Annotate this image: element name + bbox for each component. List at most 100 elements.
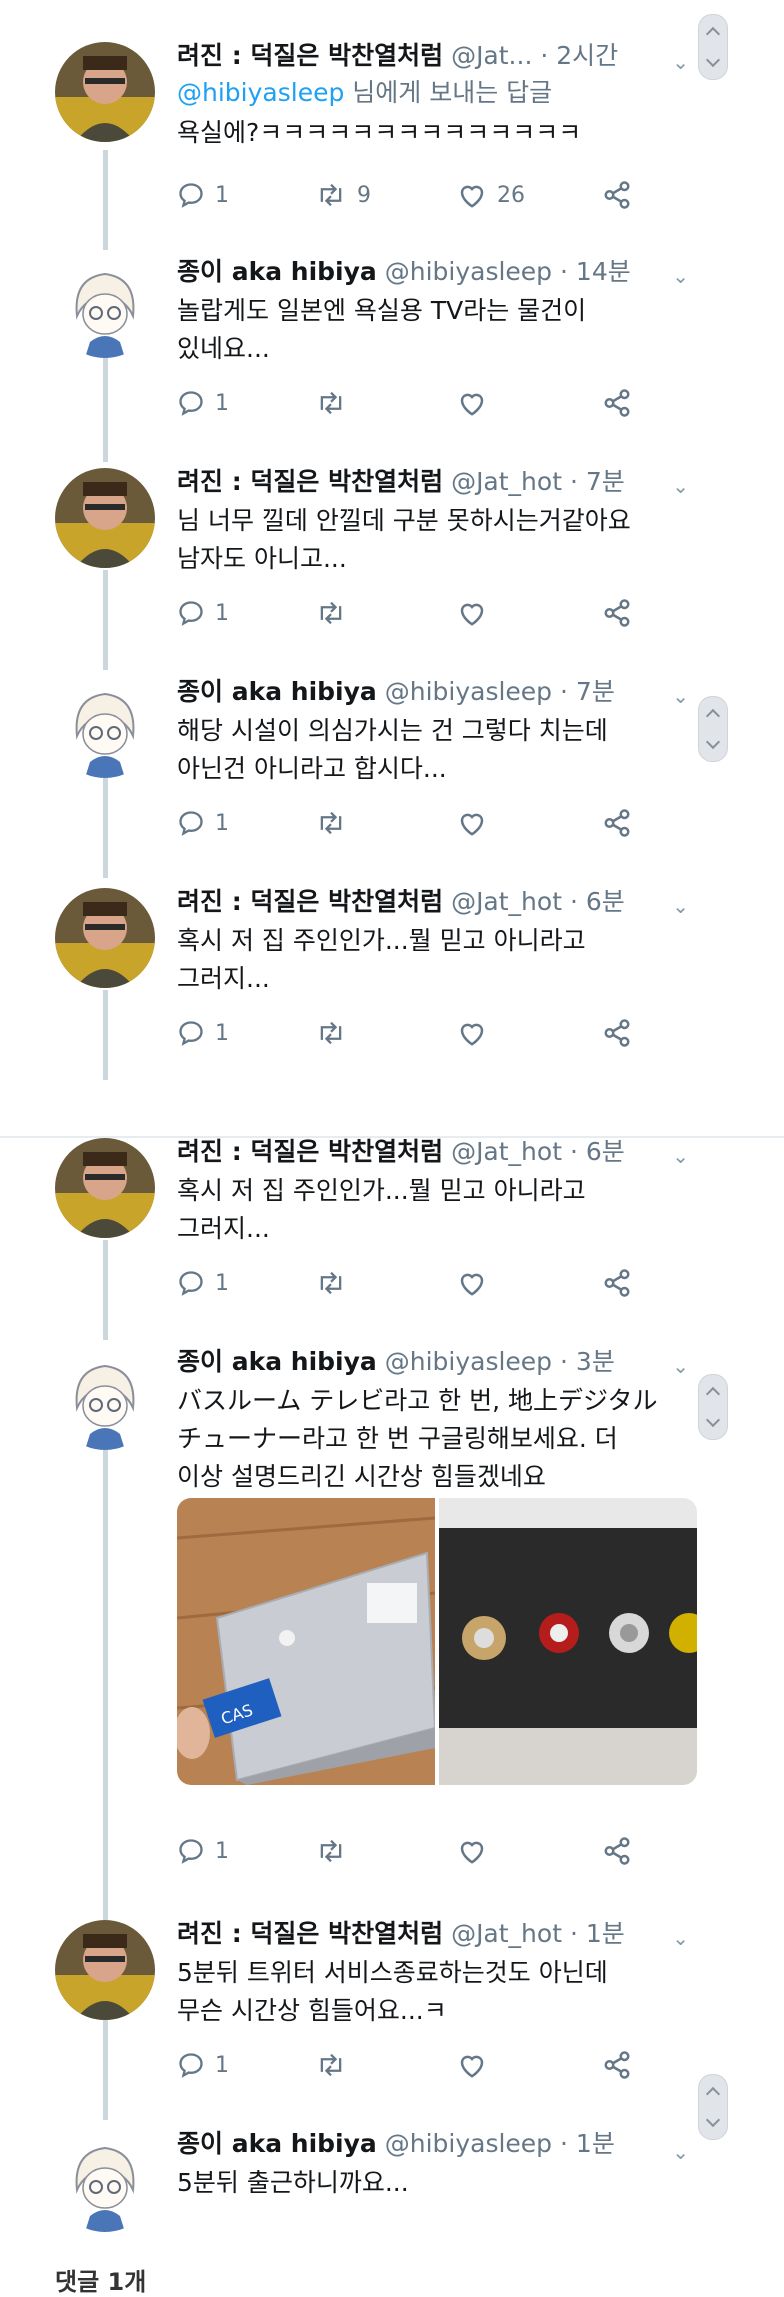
avatar[interactable] — [55, 2132, 155, 2232]
reply-button[interactable]: 1 — [177, 1269, 229, 1297]
avatar[interactable] — [55, 1350, 155, 1450]
display-name[interactable]: 종이 aka hibiya — [177, 1347, 377, 1376]
retweet-button[interactable] — [315, 1837, 347, 1865]
timestamp[interactable]: · 2시간 — [540, 41, 618, 70]
tweet-media[interactable]: CAS — [177, 1498, 697, 1785]
user-handle[interactable]: @hibiyasleep — [385, 677, 552, 706]
mention-link[interactable]: @hibiyasleep — [177, 78, 344, 107]
timestamp[interactable]: · 1분 — [570, 1919, 625, 1948]
reply-icon — [179, 1021, 203, 1046]
like-button[interactable] — [457, 389, 487, 417]
share-button[interactable] — [602, 598, 632, 628]
reply-button[interactable]: 1 — [177, 809, 229, 837]
reply-button[interactable]: 1 — [177, 2051, 229, 2079]
user-handle[interactable]: @Jat_hot — [451, 1919, 562, 1948]
retweet-button[interactable] — [315, 1019, 347, 1047]
chevron-down-icon[interactable]: ⌄ — [672, 1354, 689, 1378]
tweet[interactable]: 려진 : 덕질은 박찬열처럼 @Jat_hot · 1분 5분뒤 트위터 서비스… — [0, 1912, 784, 2122]
tweet[interactable]: 종이 aka hibiya @hibiyasleep · 1분 5분뒤 출근하니… — [0, 2122, 784, 2262]
tweet[interactable]: 려진 : 덕질은 박찬열처럼 @Jat_hot · 6분 혹시 저 집 주인인가… — [0, 1130, 784, 1340]
avatar[interactable] — [55, 1920, 155, 2020]
like-button[interactable] — [457, 1837, 487, 1865]
chevron-down-icon[interactable]: ⌄ — [672, 474, 689, 498]
retweet-button[interactable] — [315, 1269, 347, 1297]
retweet-icon — [320, 811, 342, 835]
user-handle[interactable]: @Jat_hot — [451, 887, 562, 916]
avatar[interactable] — [55, 42, 155, 142]
timestamp[interactable]: · 14분 — [560, 257, 631, 286]
retweet-icon — [320, 1839, 342, 1863]
chevron-down-icon[interactable]: ⌄ — [672, 1926, 689, 1950]
retweet-button[interactable] — [315, 809, 347, 837]
user-handle[interactable]: @Jat_hot — [451, 1137, 562, 1166]
user-handle[interactable]: @Jat_hot — [451, 467, 562, 496]
comment-count-label[interactable]: 댓글 1개 — [55, 2262, 146, 2297]
avatar[interactable] — [55, 1138, 155, 1238]
retweet-button[interactable] — [315, 599, 347, 627]
chevron-down-icon[interactable]: ⌄ — [672, 1144, 689, 1168]
display-name[interactable]: 종이 aka hibiya — [177, 677, 377, 706]
chevron-down-icon[interactable]: ⌄ — [672, 684, 689, 708]
timestamp[interactable]: · 6분 — [570, 1137, 625, 1166]
avatar-photo-icon — [55, 888, 155, 988]
tweet[interactable]: 려진 : 덕질은 박찬열처럼 @Jat_hot · 7분 님 너무 낄데 안낄데… — [0, 460, 784, 670]
reply-button[interactable]: 1 — [177, 181, 229, 209]
user-handle[interactable]: @hibiyasleep — [385, 1347, 552, 1376]
display-name[interactable]: 려진 : 덕질은 박찬열처럼 — [177, 41, 443, 70]
like-button[interactable] — [457, 2051, 487, 2079]
retweet-button[interactable] — [315, 389, 347, 417]
chevron-down-icon[interactable]: ⌄ — [672, 894, 689, 918]
tweet[interactable]: 종이 aka hibiya @hibiyasleep · 3분 バスルーム テレ… — [0, 1340, 784, 1910]
display-name[interactable]: 종이 aka hibiya — [177, 2129, 377, 2158]
avatar[interactable] — [55, 258, 155, 358]
display-name[interactable]: 려진 : 덕질은 박찬열처럼 — [177, 467, 443, 496]
timestamp[interactable]: · 7분 — [560, 677, 615, 706]
avatar[interactable] — [55, 678, 155, 778]
share-button[interactable] — [602, 180, 632, 210]
like-button[interactable]: 26 — [457, 181, 525, 209]
scroll-handle[interactable] — [698, 1374, 728, 1440]
heart-icon — [460, 1273, 484, 1296]
tweet-text: 놀랍게도 일본엔 욕실용 TV라는 물건이 있네요... — [177, 296, 587, 363]
chevron-down-icon[interactable]: ⌄ — [672, 50, 689, 74]
timestamp[interactable]: · 6분 — [570, 887, 625, 916]
chevron-down-icon[interactable]: ⌄ — [672, 264, 689, 288]
timestamp[interactable]: · 3분 — [560, 1347, 615, 1376]
display-name[interactable]: 종이 aka hibiya — [177, 257, 377, 286]
user-handle[interactable]: @hibiyasleep — [385, 257, 552, 286]
share-button[interactable] — [602, 2050, 632, 2080]
reply-button[interactable]: 1 — [177, 389, 229, 417]
media-photo-tuner-box[interactable]: CAS — [177, 1498, 435, 1785]
retweet-button[interactable] — [315, 2051, 347, 2079]
avatar[interactable] — [55, 888, 155, 988]
timestamp[interactable]: · 7분 — [570, 467, 625, 496]
share-button[interactable] — [602, 1018, 632, 1048]
retweet-button[interactable]: 9 — [315, 181, 371, 209]
tweet[interactable]: 종이 aka hibiya @hibiyasleep · 7분 해당 시설이 의… — [0, 670, 784, 880]
reply-button[interactable]: 1 — [177, 1019, 229, 1047]
share-button[interactable] — [602, 388, 632, 418]
like-button[interactable] — [457, 809, 487, 837]
media-photo-connectors[interactable] — [439, 1498, 697, 1785]
chevron-down-icon[interactable]: ⌄ — [672, 2140, 689, 2164]
share-button[interactable] — [602, 808, 632, 838]
avatar[interactable] — [55, 468, 155, 568]
like-button[interactable] — [457, 1019, 487, 1047]
scroll-handle[interactable] — [698, 696, 728, 762]
display-name[interactable]: 려진 : 덕질은 박찬열처럼 — [177, 887, 443, 916]
share-button[interactable] — [602, 1836, 632, 1866]
like-button[interactable] — [457, 599, 487, 627]
reply-button[interactable]: 1 — [177, 599, 229, 627]
display-name[interactable]: 려진 : 덕질은 박찬열처럼 — [177, 1919, 443, 1948]
tweet[interactable]: 려진 : 덕질은 박찬열처럼 @Jat... · 2시간 @hibiyaslee… — [0, 0, 784, 250]
reply-button[interactable]: 1 — [177, 1837, 229, 1865]
timestamp[interactable]: · 1분 — [560, 2129, 615, 2158]
like-button[interactable] — [457, 1269, 487, 1297]
user-handle[interactable]: @Jat... — [451, 41, 532, 70]
tweet[interactable]: 종이 aka hibiya @hibiyasleep · 14분 놀랍게도 일본… — [0, 250, 784, 460]
share-button[interactable] — [602, 1268, 632, 1298]
tweet[interactable]: 려진 : 덕질은 박찬열처럼 @Jat_hot · 6분 혹시 저 집 주인인가… — [0, 880, 784, 1090]
display-name[interactable]: 려진 : 덕질은 박찬열처럼 — [177, 1137, 443, 1166]
scroll-handle[interactable] — [698, 14, 728, 80]
user-handle[interactable]: @hibiyasleep — [385, 2129, 552, 2158]
